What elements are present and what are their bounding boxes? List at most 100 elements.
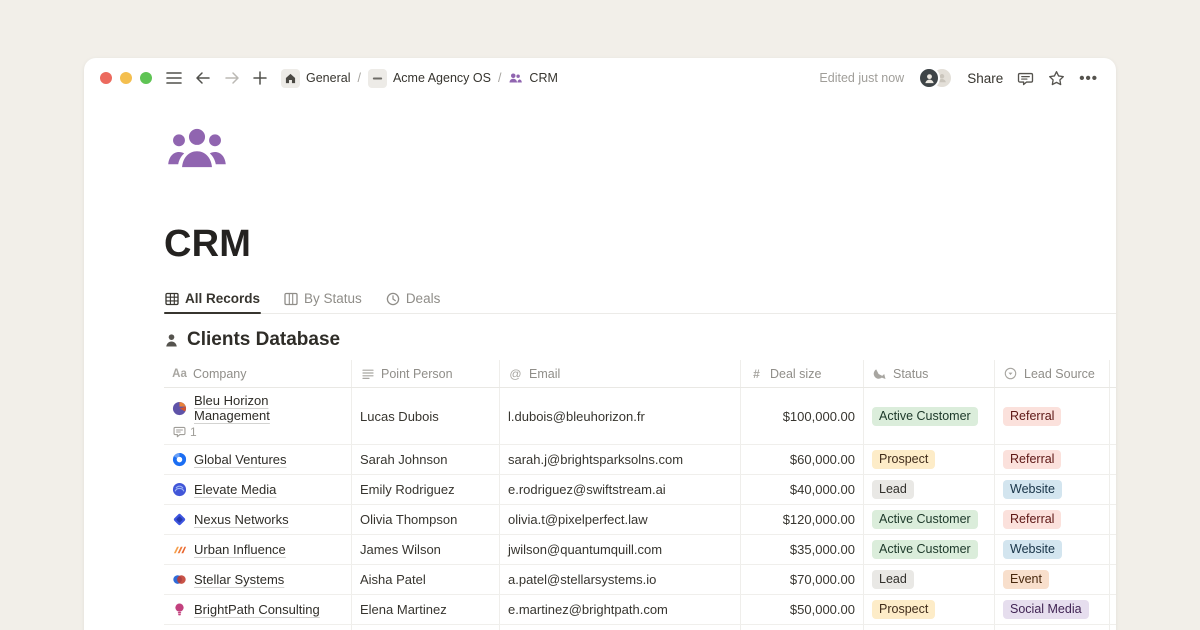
breadcrumb-item-crm[interactable]: CRM [529,71,557,85]
company-name[interactable]: Bleu Horizon Management [194,393,343,423]
deal-size-cell[interactable]: $40,000.00 [741,475,864,504]
forward-icon[interactable] [224,71,240,85]
email-cell[interactable]: e.martinez@brightpath.com [500,595,741,624]
back-icon[interactable] [195,71,211,85]
lead-source-cell[interactable]: Referral [995,388,1110,444]
status-badge: Active Customer [872,407,978,426]
table-row: Nexus Networks Olivia Thompsonolivia.t@pi… [164,505,1116,535]
email-cell[interactable]: e.rodriguez@swiftstream.ai [500,475,741,504]
deal-size-cell[interactable]: $60,000.00 [741,445,864,474]
email-cell[interactable]: l.dubois@bleuhorizon.fr [500,388,741,444]
database-title[interactable]: Clients Database [187,329,340,351]
status-cell[interactable]: Active Customer [864,535,995,564]
more-options-icon[interactable]: ••• [1079,70,1098,87]
company-cell[interactable]: Urban Influence [164,535,352,564]
edited-status: Edited just now [819,71,904,85]
deal-size-cell[interactable]: $35,000.00 [741,535,864,564]
lead-source-cell[interactable]: Referral [995,445,1110,474]
column-header-email[interactable]: @Email [500,360,741,387]
point-person-cell[interactable]: Elena Martinez [352,595,500,624]
company-cell[interactable]: Global Ventures [164,445,352,474]
company-name[interactable]: Nexus Networks [194,512,289,527]
new-page-icon[interactable] [253,71,267,85]
lead-source-badge: Referral [1003,510,1061,529]
source-property-icon [1003,367,1018,380]
email-cell[interactable]: jwilson@quantumquill.com [500,535,741,564]
status-cell[interactable]: Active Customer [864,505,995,534]
company-logo-icon [172,542,187,557]
email-cell[interactable]: olivia.t@pixelperfect.law [500,505,741,534]
column-label: Lead Source [1024,367,1095,381]
tab-by-status[interactable]: By Status [283,288,363,313]
status-badge: Lead [872,480,914,499]
tab-deals[interactable]: Deals [385,288,442,313]
company-cell[interactable]: Nexus Networks [164,505,352,534]
table-header-row: AaCompany Point Person @Email#Deal sizeSta… [164,360,1116,388]
column-label: Point Person [381,367,453,381]
column-header-source[interactable]: Lead Source [995,360,1110,387]
company-cell[interactable]: BrightPath Consulting [164,595,352,624]
status-cell[interactable]: Prospect [864,595,995,624]
point-person-cell[interactable]: Olivia Thompson [352,505,500,534]
company-name[interactable]: Elevate Media [194,482,276,497]
lead-source-badge: Referral [1003,407,1061,426]
point-person-cell[interactable]: Sarah Johnson [352,445,500,474]
email-cell[interactable]: a.patel@stellarsystems.io [500,565,741,594]
share-button[interactable]: Share [967,71,1003,86]
column-header-deal[interactable]: #Deal size [741,360,864,387]
column-header-status[interactable]: Status [864,360,995,387]
point-person-cell[interactable]: Aisha Patel [352,565,500,594]
traffic-lights [100,72,152,84]
comment-icon [173,426,186,438]
company-name[interactable]: Urban Influence [194,542,286,557]
favorite-star-icon[interactable] [1048,70,1065,87]
deal-size-cell[interactable]: $45,000.00 [741,625,864,630]
lead-source-badge: Social Media [1003,600,1089,619]
company-cell[interactable]: Bleu Horizon Management 1 [164,388,352,444]
point-person-cell[interactable]: Emily Rodriguez [352,475,500,504]
lead-source-cell[interactable]: Referral [995,505,1110,534]
deal-size-cell[interactable]: $50,000.00 [741,595,864,624]
comment-count[interactable]: 1 [173,425,197,439]
lead-source-cell[interactable]: Website [995,535,1110,564]
lead-source-cell[interactable]: Event [995,565,1110,594]
status-cell[interactable]: Active Customer [864,625,995,630]
status-cell[interactable]: Lead [864,565,995,594]
breadcrumb-item-general[interactable]: General [306,71,350,85]
menu-icon[interactable] [166,71,182,85]
lead-source-cell[interactable]: Referral [995,625,1110,630]
lead-source-cell[interactable]: Social Media [995,595,1110,624]
collaborator-avatars[interactable] [918,67,953,89]
status-cell[interactable]: Active Customer [864,388,995,444]
zoom-window-button[interactable] [140,72,152,84]
company-cell[interactable]: Elevate Media [164,475,352,504]
breadcrumb-item-workspace[interactable]: Acme Agency OS [393,71,491,85]
lead-source-cell[interactable]: Website [995,475,1110,504]
table-body: Bleu Horizon Management 1 Lucas Duboisl.du… [164,388,1116,630]
company-name[interactable]: Global Ventures [194,452,287,467]
minimize-window-button[interactable] [120,72,132,84]
company-cell[interactable]: Vertex Innovations [164,625,352,630]
deal-size-cell[interactable]: $70,000.00 [741,565,864,594]
column-header-person[interactable]: Point Person [352,360,500,387]
close-window-button[interactable] [100,72,112,84]
status-cell[interactable]: Lead [864,475,995,504]
company-cell[interactable]: Stellar Systems [164,565,352,594]
point-person-cell[interactable]: Jenn Whitmore [352,625,500,630]
email-cell[interactable]: sarah.j@brightsparksolns.com [500,445,741,474]
column-header-company[interactable]: AaCompany [164,360,352,387]
tab-all-records[interactable]: All Records [164,288,261,313]
company-name[interactable]: Stellar Systems [194,572,284,587]
dash-icon[interactable] [368,69,387,88]
email-cell[interactable]: jenn@vertexinnov.io [500,625,741,630]
point-person-cell[interactable]: Lucas Dubois [352,388,500,444]
home-icon[interactable] [281,69,300,88]
deal-size-cell[interactable]: $120,000.00 [741,505,864,534]
status-cell[interactable]: Prospect [864,445,995,474]
point-person-cell[interactable]: James Wilson [352,535,500,564]
page-icon-people-group[interactable] [164,125,230,171]
company-name[interactable]: BrightPath Consulting [194,602,320,617]
comments-icon[interactable] [1017,70,1034,87]
deal-size-cell[interactable]: $100,000.00 [741,388,864,444]
table-row: Vertex InnovationsJenn Whitmorejenn@vert… [164,625,1116,630]
